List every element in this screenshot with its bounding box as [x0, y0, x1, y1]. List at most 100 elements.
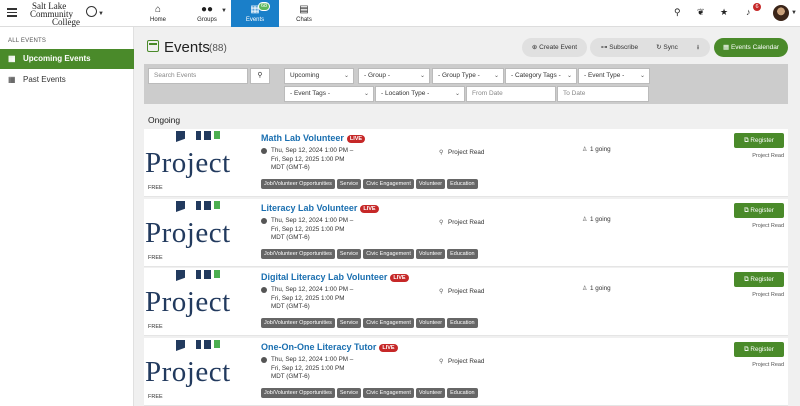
event-tag[interactable]: Volunteer — [415, 388, 446, 398]
nav-events-label: Events — [245, 17, 265, 23]
event-tags-select[interactable]: - Event Tags - ⌄ — [284, 86, 374, 102]
sidebar: ALL EVENTS ▦ Upcoming Events ▦ Past Even… — [0, 27, 134, 406]
nav-home-label: Home — [149, 17, 166, 23]
event-tag[interactable]: Education — [447, 179, 478, 189]
avatar[interactable] — [773, 5, 789, 21]
time-filter-select[interactable]: Upcoming ⌄ — [284, 68, 354, 84]
event-title-link[interactable]: Math Lab Volunteer LIVE — [261, 133, 366, 143]
sidebar-item-past-events[interactable]: ▦ Past Events — [0, 70, 134, 90]
event-tag[interactable]: Service — [336, 318, 362, 328]
event-tag[interactable]: Civic Engagement — [363, 249, 414, 259]
leaf-icon[interactable]: ❦ — [697, 7, 705, 18]
event-card[interactable]: Project FREE Literacy Lab Volunteer LIVE … — [144, 199, 788, 267]
groups-chevron-down-icon[interactable]: ▼ — [221, 8, 227, 14]
event-card[interactable]: Project FREE One-On-One Literacy Tutor LI… — [144, 338, 788, 406]
event-tag[interactable]: Volunteer — [415, 179, 446, 189]
to-date-input[interactable]: To Date — [557, 86, 649, 102]
event-host[interactable]: Project Read — [752, 223, 784, 229]
event-thumbnail[interactable]: Project FREE — [144, 129, 252, 197]
event-tags: Job/Volunteer Opportunities Service Civic … — [261, 387, 480, 398]
event-datetime: Thu, Sep 12, 2024 1:00 PM – Fri, Sep 12,… — [271, 147, 381, 173]
subscribe-button[interactable]: ⊶ Subscribe — [593, 38, 646, 57]
event-tag[interactable]: Education — [447, 388, 478, 398]
logo-shape — [176, 340, 185, 351]
event-host[interactable]: Project Read — [752, 153, 784, 159]
event-title-link[interactable]: Digital Literacy Lab Volunteer LIVE — [261, 272, 409, 282]
event-title-link[interactable]: Literacy Lab Volunteer LIVE — [261, 203, 379, 213]
event-tag[interactable]: Volunteer — [415, 318, 446, 328]
event-tags: Job/Volunteer Opportunities Service Civic … — [261, 178, 480, 189]
event-host[interactable]: Project Read — [752, 362, 784, 368]
event-tag[interactable]: Civic Engagement — [363, 318, 414, 328]
search-icon[interactable]: ⚲ — [674, 7, 681, 18]
nav-chats[interactable]: ▤ Chats — [288, 0, 320, 27]
college-logo[interactable]: Salt Lake Community College ▼ — [24, 2, 104, 27]
events-calendar-button[interactable]: ▦ Events Calendar — [714, 38, 788, 57]
logo-shape — [196, 201, 201, 210]
star-icon[interactable]: ★ — [720, 7, 728, 18]
event-tag[interactable]: Job/Volunteer Opportunities — [261, 249, 335, 259]
page-title: Events — [164, 39, 210, 56]
event-tag[interactable]: Service — [336, 388, 362, 398]
chevron-down-icon[interactable]: ▼ — [98, 10, 104, 18]
event-tag[interactable]: Education — [447, 318, 478, 328]
avatar-chevron-down-icon[interactable]: ▼ — [791, 10, 797, 16]
event-tag[interactable]: Education — [447, 249, 478, 259]
register-button[interactable]: ⧉ Register — [734, 203, 784, 218]
from-date-input[interactable]: From Date — [466, 86, 556, 102]
bell-icon[interactable]: ♪ — [746, 7, 751, 17]
sidebar-item-label: Upcoming Events — [23, 54, 91, 63]
event-thumbnail[interactable]: Project FREE — [144, 268, 252, 336]
group-type-select[interactable]: - Group Type - ⌄ — [432, 68, 504, 84]
logo-shape — [196, 270, 201, 279]
events-calendar-label: Events Calendar — [730, 44, 779, 51]
nav-groups[interactable]: ●● Groups — [192, 0, 222, 27]
logo-shape — [176, 201, 185, 212]
location-type-select[interactable]: - Location Type - ⌄ — [375, 86, 465, 102]
chat-icon: ▤ — [299, 4, 309, 15]
event-tag[interactable]: Service — [336, 249, 362, 259]
sidebar-item-upcoming-events[interactable]: ▦ Upcoming Events — [0, 49, 134, 69]
event-tag[interactable]: Volunteer — [415, 249, 446, 259]
attendee-count: 1 going — [590, 146, 611, 153]
download-icon: ⭳ — [696, 44, 700, 51]
menu-icon[interactable] — [7, 8, 17, 17]
event-thumbnail[interactable]: Project FREE — [144, 338, 252, 406]
register-label: Register — [750, 346, 774, 353]
clock-icon — [261, 357, 267, 363]
logo-shape — [196, 131, 201, 140]
event-host[interactable]: Project Read — [752, 292, 784, 298]
nav-home[interactable]: ⌂ Home — [143, 0, 173, 27]
from-date-placeholder: From Date — [472, 90, 503, 97]
event-title-link[interactable]: One-On-One Literacy Tutor LIVE — [261, 342, 398, 352]
notification-badge: 6 — [753, 3, 761, 11]
create-event-button[interactable]: ⊕ Create Event — [522, 38, 587, 57]
category-tags-select[interactable]: - Category Tags - ⌄ — [505, 68, 577, 84]
event-card[interactable]: Project FREE Digital Literacy Lab Volunt… — [144, 268, 788, 336]
section-heading-ongoing: Ongoing — [148, 115, 181, 125]
sync-button[interactable]: ↻ Sync — [648, 38, 686, 57]
event-tag[interactable]: Job/Volunteer Opportunities — [261, 318, 335, 328]
event-tag[interactable]: Job/Volunteer Opportunities — [261, 179, 335, 189]
event-thumbnail[interactable]: Project FREE — [144, 199, 252, 267]
sidebar-heading: ALL EVENTS — [8, 38, 47, 44]
register-button[interactable]: ⧉ Register — [734, 272, 784, 287]
register-button[interactable]: ⧉ Register — [734, 133, 784, 148]
event-timezone: MDT (GMT-6) — [271, 373, 310, 381]
event-tag[interactable]: Service — [336, 179, 362, 189]
event-card[interactable]: Project FREE Math Lab Volunteer LIVE Thu,… — [144, 129, 788, 197]
event-tag[interactable]: Civic Engagement — [363, 388, 414, 398]
group-select[interactable]: - Group - ⌄ — [358, 68, 430, 84]
register-button[interactable]: ⧉ Register — [734, 342, 784, 357]
download-button[interactable]: ⭳ — [688, 38, 708, 57]
event-location: Project Read — [448, 288, 485, 295]
event-type-select[interactable]: - Event Type - ⌄ — [578, 68, 650, 84]
event-tag[interactable]: Job/Volunteer Opportunities — [261, 388, 335, 398]
time-filter-value: Upcoming — [290, 72, 320, 79]
nav-events[interactable]: ▦ Events 68 — [231, 0, 279, 27]
calendar-icon — [147, 40, 159, 52]
event-tag[interactable]: Civic Engagement — [363, 179, 414, 189]
chevron-down-icon: ⌄ — [566, 73, 572, 79]
search-input[interactable]: Search Events — [148, 68, 248, 84]
search-button[interactable]: ⚲ — [250, 68, 270, 84]
